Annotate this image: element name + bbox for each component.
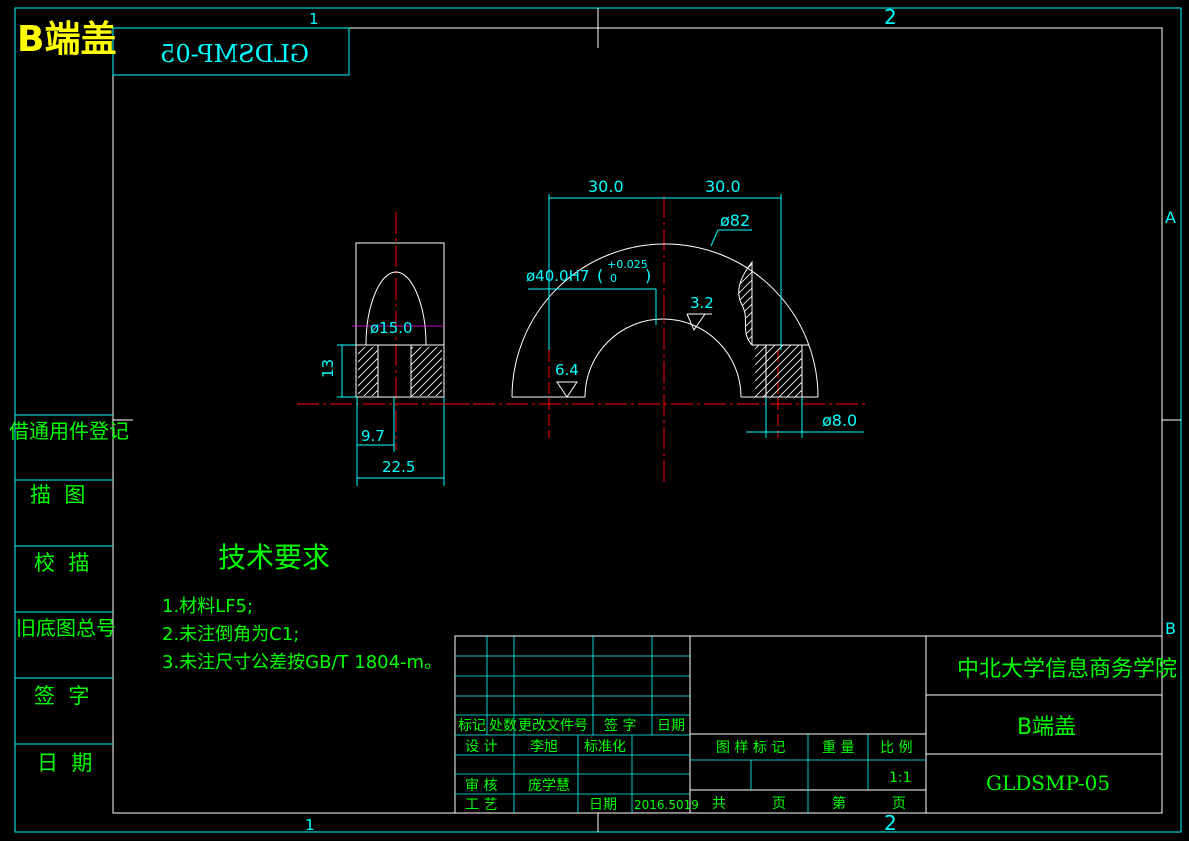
tech-item-2: 2.未注倒角为C1; (162, 624, 299, 645)
dim-phi8: ø8.0 (822, 411, 857, 430)
part-title: B端盖 (17, 19, 117, 60)
date-value: 2016.5019 (634, 798, 699, 812)
dim-30-right: 30.0 (705, 177, 741, 196)
zone-mark-bottom-1: 1 (305, 816, 315, 834)
rev-h-date: 日期 (657, 718, 685, 734)
mirrored-code: GLDSMP-05 (160, 40, 309, 68)
zone-mark-bottom-2: 2 (884, 811, 897, 835)
drawing-number: GLDSMP-05 (986, 771, 1110, 795)
tech-item-1: 1.材料LF5; (162, 596, 253, 617)
dim-9-7: 9.7 (361, 427, 385, 445)
zone-mark-right-b: B (1165, 619, 1176, 638)
standardize-label: 标准化 (584, 739, 626, 755)
roughness-6-4: 6.4 (555, 361, 579, 379)
process-label: 工 艺 (465, 797, 497, 813)
review-label: 审 核 (465, 778, 497, 794)
rev-h-doc: 更改文件号 (518, 718, 588, 734)
sheet-page-label: 页 (892, 796, 906, 812)
dim-phi40-paren-close: ) (645, 266, 651, 285)
dim-phi40: ø40.0H7 (526, 267, 589, 285)
rev-h-sign: 签 字 (604, 717, 636, 734)
dim-13: 13 (319, 359, 337, 378)
reviewer-name: 庞学慧 (528, 778, 570, 794)
dim-phi15: ø15.0 (370, 319, 413, 337)
weight-label: 重 量 (822, 740, 854, 756)
dim-phi40-tol-lower: 0 (610, 272, 617, 285)
dim-phi40-paren-open: ( (597, 266, 603, 285)
outer-frame (14, 7, 1182, 833)
side-row-3: 校 描 (34, 551, 89, 575)
total-label: 共 (712, 796, 726, 812)
scale-label: 比 例 (880, 740, 912, 756)
dim-22-5: 22.5 (382, 458, 415, 476)
dim-phi82: ø82 (720, 211, 750, 230)
dim-phi40-tol-upper: +0.025 (607, 258, 648, 271)
rev-h-mark: 标记 (458, 718, 486, 734)
total-page-label: 页 (772, 796, 786, 812)
side-row-5: 签 字 (34, 684, 89, 708)
design-label: 设 计 (465, 739, 497, 755)
designer-name: 李旭 (530, 739, 558, 755)
part-name: B端盖 (1017, 715, 1076, 740)
drawing-sheet: 1 2 1 2 A B GLDSMP-05 借通用件登记 描 图 校 描 旧底图… (9, 5, 1182, 835)
front-view (440, 196, 866, 482)
side-row-6: 日 期 (37, 751, 92, 775)
scale-value: 1:1 (889, 770, 912, 786)
dim-30-left: 30.0 (588, 177, 624, 196)
zone-mark-top-2: 2 (884, 5, 897, 29)
side-row-1: 借通用件登记 (9, 419, 129, 443)
side-row-4: 旧底图总号 (16, 616, 116, 640)
date-label: 日期 (589, 797, 617, 813)
tech-item-3: 3.未注尺寸公差按GB/T 1804-m。 (162, 652, 442, 673)
zone-mark-right-a: A (1165, 208, 1176, 227)
roughness-3-2: 3.2 (690, 294, 714, 312)
sheet-label: 第 (832, 795, 846, 812)
rev-h-count: 处数 (489, 718, 517, 734)
side-row-2: 描 图 (30, 483, 85, 507)
zone-mark-top-1: 1 (309, 10, 319, 28)
tech-title: 技术要求 (218, 541, 330, 574)
school-name: 中北大学信息商务学院 (957, 657, 1177, 682)
stage-label: 图 样 标 记 (716, 740, 785, 756)
